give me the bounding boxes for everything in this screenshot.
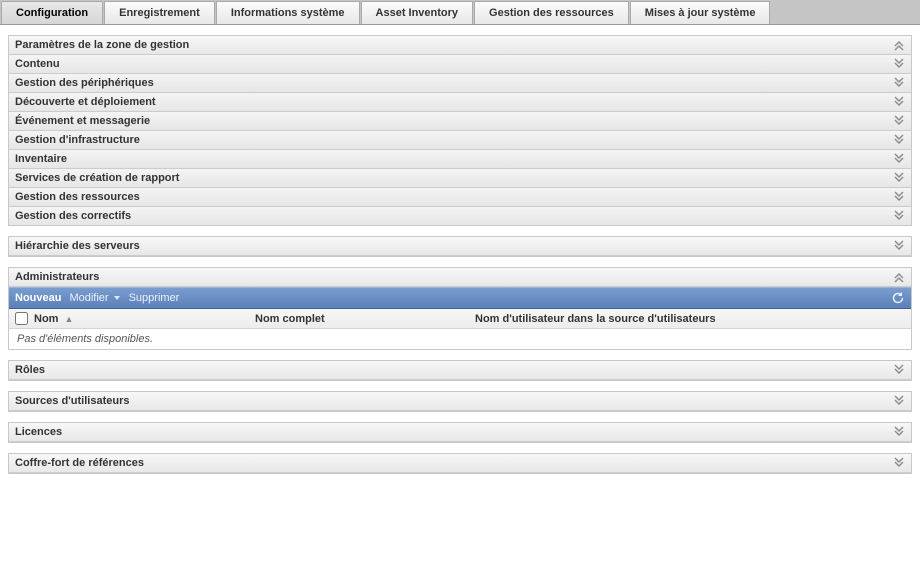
expand-icon[interactable]	[893, 240, 905, 252]
zone-item-infrastructure[interactable]: Gestion d'infrastructure	[15, 134, 140, 146]
tab-informations-systeme[interactable]: Informations système	[216, 1, 360, 24]
collapse-icon[interactable]	[893, 271, 905, 283]
panel-roles: Rôles	[8, 360, 912, 381]
zone-item-peripheriques[interactable]: Gestion des périphériques	[15, 77, 154, 89]
expand-icon[interactable]	[893, 96, 905, 108]
zone-item-rapport[interactable]: Services de création de rapport	[15, 172, 179, 184]
panel-licenses: Licences	[8, 422, 912, 443]
expand-icon[interactable]	[893, 426, 905, 438]
admins-empty-message: Pas d'éléments disponibles.	[9, 329, 911, 349]
expand-icon[interactable]	[893, 58, 905, 70]
edit-button[interactable]: Modifier	[69, 292, 120, 304]
zone-item-contenu[interactable]: Contenu	[15, 58, 60, 70]
panel-zone: Paramètres de la zone de gestion Contenu…	[8, 35, 912, 226]
delete-button[interactable]: Supprimer	[129, 292, 180, 304]
panel-usersources-title: Sources d'utilisateurs	[15, 395, 130, 407]
panel-licenses-title: Licences	[15, 426, 62, 438]
tab-asset-inventory[interactable]: Asset Inventory	[361, 1, 474, 24]
panel-admins: Administrateurs Nouveau Modifier Supprim…	[8, 267, 912, 350]
select-all-checkbox[interactable]	[15, 312, 28, 325]
panel-hierarchy: Hiérarchie des serveurs	[8, 236, 912, 257]
zone-item-decouverte[interactable]: Découverte et déploiement	[15, 96, 156, 108]
tab-mises-a-jour[interactable]: Mises à jour système	[630, 1, 771, 24]
admins-toolbar: Nouveau Modifier Supprimer	[9, 287, 911, 309]
sort-asc-icon: ▲	[64, 314, 73, 324]
admins-column-header: Nom ▲ Nom complet Nom d'utilisateur dans…	[9, 309, 911, 329]
panel-roles-title: Rôles	[15, 364, 45, 376]
panel-zone-title: Paramètres de la zone de gestion	[15, 39, 189, 51]
tab-bar: Configuration Enregistrement Information…	[0, 0, 920, 25]
zone-item-correctifs[interactable]: Gestion des correctifs	[15, 210, 131, 222]
tab-gestion-ressources[interactable]: Gestion des ressources	[474, 1, 629, 24]
col-nom[interactable]: Nom	[34, 313, 58, 325]
chevron-down-icon	[113, 294, 121, 302]
panel-admins-title: Administrateurs	[15, 271, 99, 283]
expand-icon[interactable]	[893, 364, 905, 376]
col-nom-complet[interactable]: Nom complet	[255, 313, 475, 325]
tab-enregistrement[interactable]: Enregistrement	[104, 1, 215, 24]
col-username[interactable]: Nom d'utilisateur dans la source d'utili…	[475, 313, 905, 325]
tab-configuration[interactable]: Configuration	[1, 1, 103, 24]
expand-icon[interactable]	[893, 210, 905, 222]
expand-icon[interactable]	[893, 172, 905, 184]
expand-icon[interactable]	[893, 457, 905, 469]
expand-icon[interactable]	[893, 395, 905, 407]
panel-hierarchy-title: Hiérarchie des serveurs	[15, 240, 140, 252]
zone-item-inventaire[interactable]: Inventaire	[15, 153, 67, 165]
zone-item-evenement[interactable]: Événement et messagerie	[15, 115, 150, 127]
new-button[interactable]: Nouveau	[15, 292, 61, 304]
expand-icon[interactable]	[893, 134, 905, 146]
panel-usersources: Sources d'utilisateurs	[8, 391, 912, 412]
expand-icon[interactable]	[893, 153, 905, 165]
collapse-icon[interactable]	[893, 39, 905, 51]
edit-button-label: Modifier	[69, 292, 108, 304]
panel-vault: Coffre-fort de références	[8, 453, 912, 474]
expand-icon[interactable]	[893, 77, 905, 89]
expand-icon[interactable]	[893, 115, 905, 127]
panel-vault-title: Coffre-fort de références	[15, 457, 144, 469]
zone-item-ressources[interactable]: Gestion des ressources	[15, 191, 140, 203]
refresh-icon[interactable]	[891, 291, 905, 305]
expand-icon[interactable]	[893, 191, 905, 203]
